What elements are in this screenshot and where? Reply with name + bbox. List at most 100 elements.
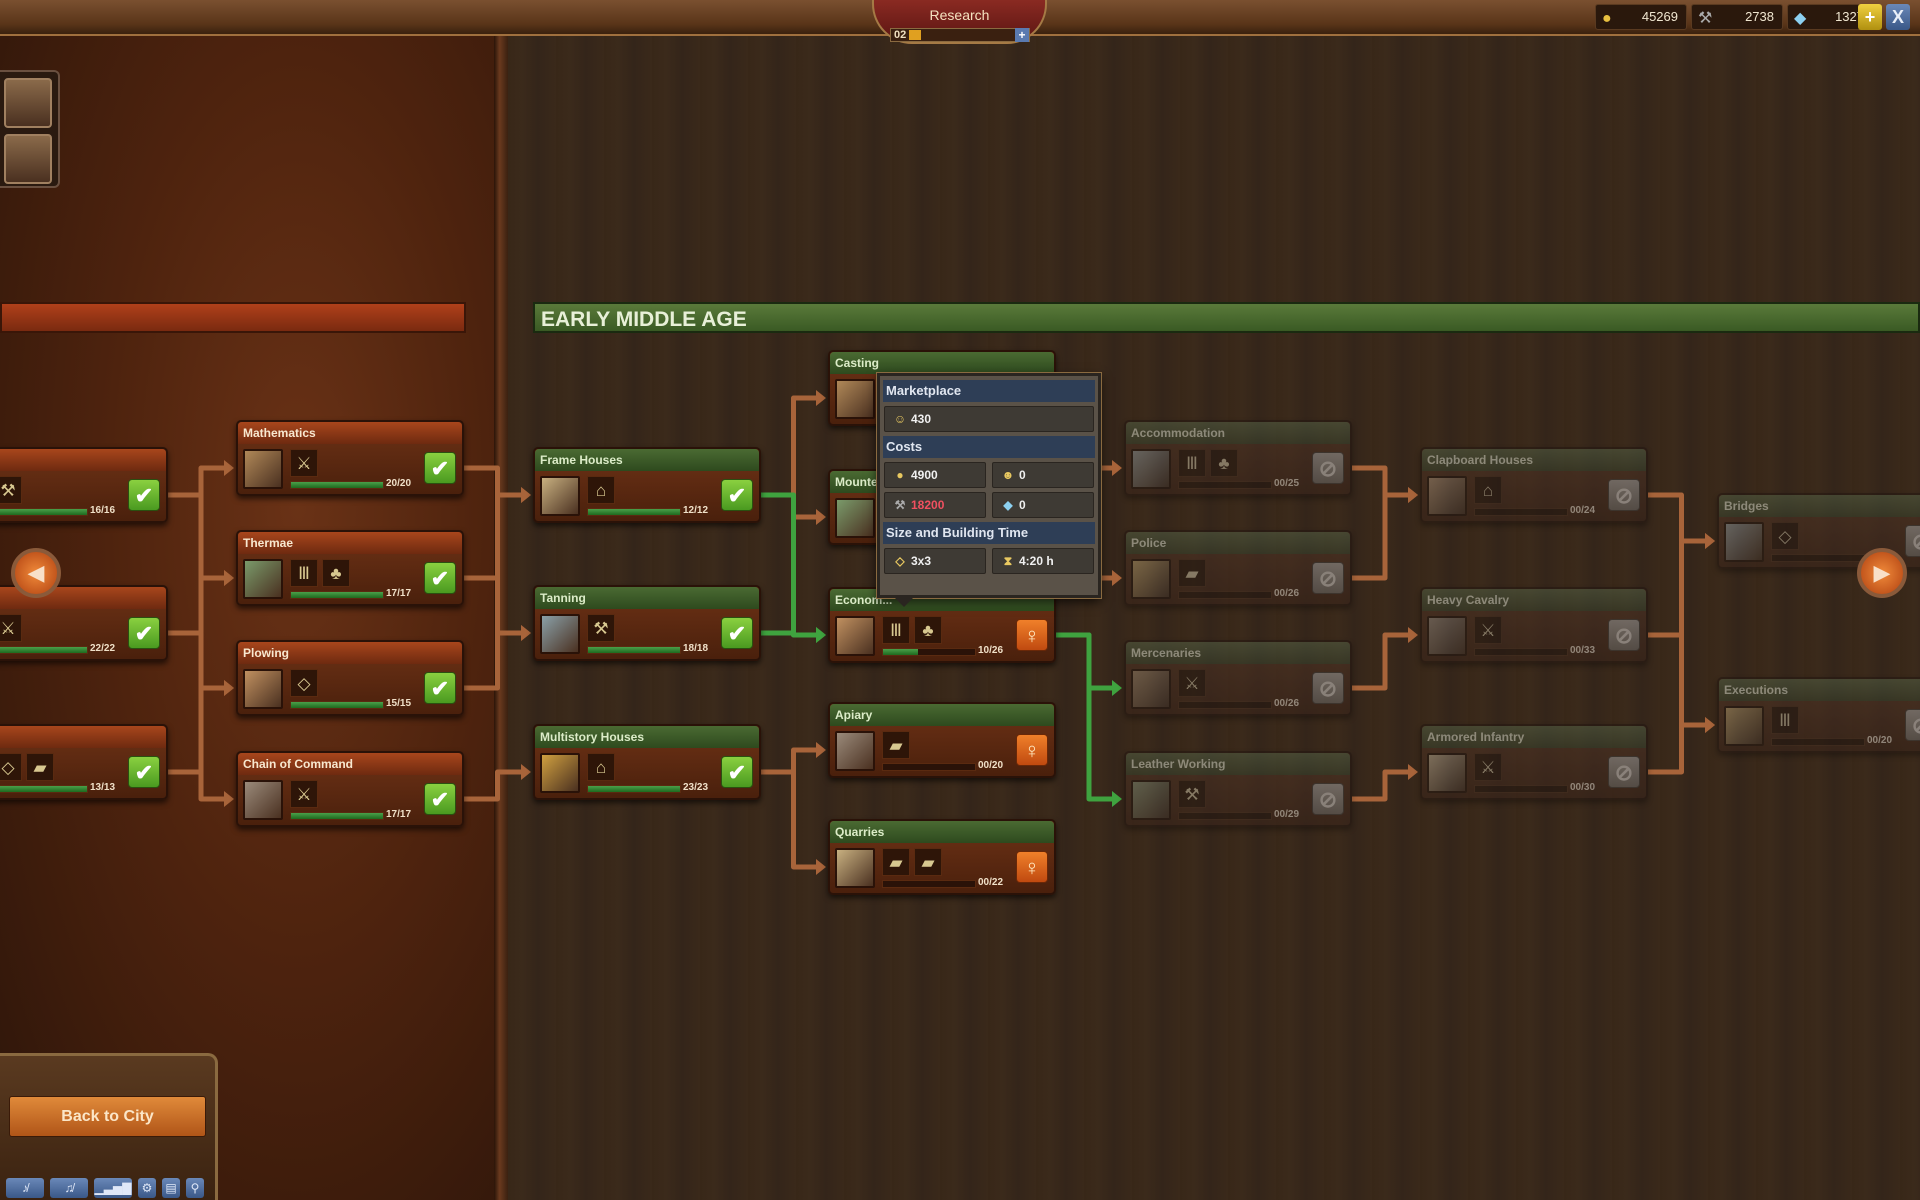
advisor-portrait[interactable] xyxy=(4,134,52,184)
tech-status-button[interactable]: ♀ xyxy=(1016,734,1048,766)
connection-line xyxy=(168,575,226,636)
sound-toggle-button[interactable]: ♪̸ xyxy=(6,1178,44,1198)
connection-arrowhead xyxy=(1112,791,1122,807)
tech-node-executions[interactable]: Executions Ⅲ 00/20 ⊘ xyxy=(1717,677,1920,753)
connection-line xyxy=(761,747,818,775)
scroll-left-button[interactable]: ◀ xyxy=(11,548,61,598)
diamond-cost-cell: ◆ 0 xyxy=(992,492,1094,518)
progress-fill xyxy=(883,649,919,655)
diamonds-counter: ◆ 1327 xyxy=(1787,4,1867,30)
connection-line xyxy=(464,769,523,802)
tech-progress-bar xyxy=(290,591,384,599)
fullscreen-button[interactable]: ▤ xyxy=(162,1178,180,1198)
connection-line xyxy=(168,630,226,691)
tech-node-multistory[interactable]: Multistory Houses ⌂ 23/23 ✔ xyxy=(533,724,761,800)
coins-counter: ● 45269 xyxy=(1595,4,1687,30)
tech-unlocks: Ⅲ ♣ xyxy=(882,616,942,644)
advisor-portrait[interactable] xyxy=(4,78,52,128)
settings-button[interactable]: ⚙ xyxy=(138,1178,156,1198)
advisor-portraits xyxy=(0,70,60,188)
tech-status-button: ✔ xyxy=(721,617,753,649)
buy-diamonds-button[interactable]: + xyxy=(1858,4,1882,30)
tech-node-chain[interactable]: Chain of Command ⚔ 17/17 ✔ xyxy=(236,751,464,827)
tech-title: Bridges xyxy=(1719,495,1920,517)
tech-status-button[interactable]: ♀ xyxy=(1016,619,1048,651)
supplies-counter: ⚒ 2738 xyxy=(1691,4,1783,30)
connection-arrowhead xyxy=(1408,764,1418,780)
connection-line xyxy=(464,492,523,581)
tech-node-apiary[interactable]: Apiary ▰ 00/20 ♀ xyxy=(828,702,1056,778)
tech-progress-count: 13/13 xyxy=(90,782,116,793)
land-icon: ◇ xyxy=(290,669,318,697)
house-icon: ⌂ xyxy=(587,476,615,504)
tech-image xyxy=(835,616,875,656)
tech-node-math[interactable]: Mathematics ⚔ 20/20 ✔ xyxy=(236,420,464,496)
connection-line xyxy=(1648,538,1707,638)
coins-value: 45269 xyxy=(1641,9,1678,24)
locked-icon: ⊘ xyxy=(1318,676,1338,701)
tech-node-leather[interactable]: Leather Working ⚒ 00/29 ⊘ xyxy=(1124,751,1352,827)
tech-progress-bar xyxy=(290,701,384,709)
tech-node-heavycav[interactable]: Heavy Cavalry ⚔ 00/33 ⊘ xyxy=(1420,587,1648,663)
tree-icon: ♣ xyxy=(1210,449,1238,477)
music-toggle-button[interactable]: ♫̸ xyxy=(50,1178,88,1198)
tech-progress-bar xyxy=(1178,481,1272,489)
coins-icon: ● xyxy=(896,468,904,482)
back-to-city-button[interactable]: Back to City xyxy=(9,1096,206,1137)
population-cost: 0 xyxy=(1019,468,1026,482)
zoom-button[interactable]: ⚲ xyxy=(186,1178,204,1198)
tech-image xyxy=(1131,669,1171,709)
tech-status-button: ✔ xyxy=(424,672,456,704)
connection-line xyxy=(1056,632,1114,691)
tech-status-button[interactable]: ♀ xyxy=(1016,851,1048,883)
research-tab: Research 02 + xyxy=(872,0,1047,44)
tech-unlocks: ⚔ xyxy=(1178,669,1206,697)
connection-arrowhead xyxy=(1705,533,1715,549)
supplies-icon: ⚒ xyxy=(894,498,906,512)
checkmark-icon: ✔ xyxy=(134,760,154,785)
connection-line xyxy=(464,465,523,498)
checkmark-icon: ✔ xyxy=(430,676,450,701)
tech-node-police[interactable]: Police ▰ 00/26 ⊘ xyxy=(1124,530,1352,606)
culture-building-icon: Ⅲ xyxy=(882,616,910,644)
lightbulb-icon: ♀ xyxy=(1023,855,1041,880)
scroll-right-button[interactable]: ▶ xyxy=(1857,548,1907,598)
tech-title: on xyxy=(0,726,166,748)
tech-progress-bar xyxy=(1178,591,1272,599)
tech-node-thermae[interactable]: Thermae Ⅲ ♣ 17/17 ✔ xyxy=(236,530,464,606)
swords-icon: ⚔ xyxy=(290,449,318,477)
tech-node-economics[interactable]: Econom... Ⅲ ♣ 10/26 ♀ xyxy=(828,587,1056,663)
tech-node-tanning[interactable]: Tanning ⚒ 18/18 ✔ xyxy=(533,585,761,661)
fullscreen-icon: ▤ xyxy=(165,1181,177,1195)
tech-node-plowing[interactable]: Plowing ◇ 15/15 ✔ xyxy=(236,640,464,716)
connection-arrowhead xyxy=(1112,570,1122,586)
tech-status-button: ✔ xyxy=(721,756,753,788)
add-forge-points-button[interactable]: + xyxy=(1015,28,1029,42)
tech-node-accommodation[interactable]: Accommodation Ⅲ ♣ 00/25 ⊘ xyxy=(1124,420,1352,496)
tech-progress-bar xyxy=(0,646,88,654)
size-cell: ◇ 3x3 xyxy=(884,548,986,574)
progress-fill xyxy=(588,509,680,515)
tech-progress-bar xyxy=(1474,648,1568,656)
tech-progress-bar xyxy=(1771,554,1865,562)
tech-node-on[interactable]: on ◇▰ 13/13 ✔ xyxy=(0,724,168,800)
tech-node-tactics[interactable]: actics ⚔ 22/22 ✔ xyxy=(0,585,168,661)
tech-image xyxy=(1427,616,1467,656)
connection-arrowhead xyxy=(816,627,826,643)
tech-progress-bar xyxy=(1474,508,1568,516)
building-time: 4:20 h xyxy=(1019,554,1054,568)
tech-node-armored[interactable]: Armored Infantry ⚔ 00/30 ⊘ xyxy=(1420,724,1648,800)
tech-node-frame[interactable]: Frame Houses ⌂ 12/12 ✔ xyxy=(533,447,761,523)
tech-node-mercenaries[interactable]: Mercenaries ⚔ 00/26 ⊘ xyxy=(1124,640,1352,716)
tech-progress-bar xyxy=(587,646,681,654)
tech-title: Mercenaries xyxy=(1126,642,1350,664)
close-button[interactable]: X xyxy=(1886,4,1910,30)
supplies-cost: 18200 xyxy=(911,498,945,512)
quality-toggle-button[interactable]: ▁▃▅▇ xyxy=(94,1178,132,1198)
locked-icon: ⊘ xyxy=(1318,787,1338,812)
progress-fill xyxy=(291,592,383,598)
tech-node-clapboard[interactable]: Clapboard Houses ⌂ 00/24 ⊘ xyxy=(1420,447,1648,523)
size-icon: ◇ xyxy=(895,554,905,568)
tech-node-n0[interactable]: ⚒ 16/16 ✔ xyxy=(0,447,168,523)
tech-node-quarries[interactable]: Quarries ▰ ▰ 00/22 ♀ xyxy=(828,819,1056,895)
